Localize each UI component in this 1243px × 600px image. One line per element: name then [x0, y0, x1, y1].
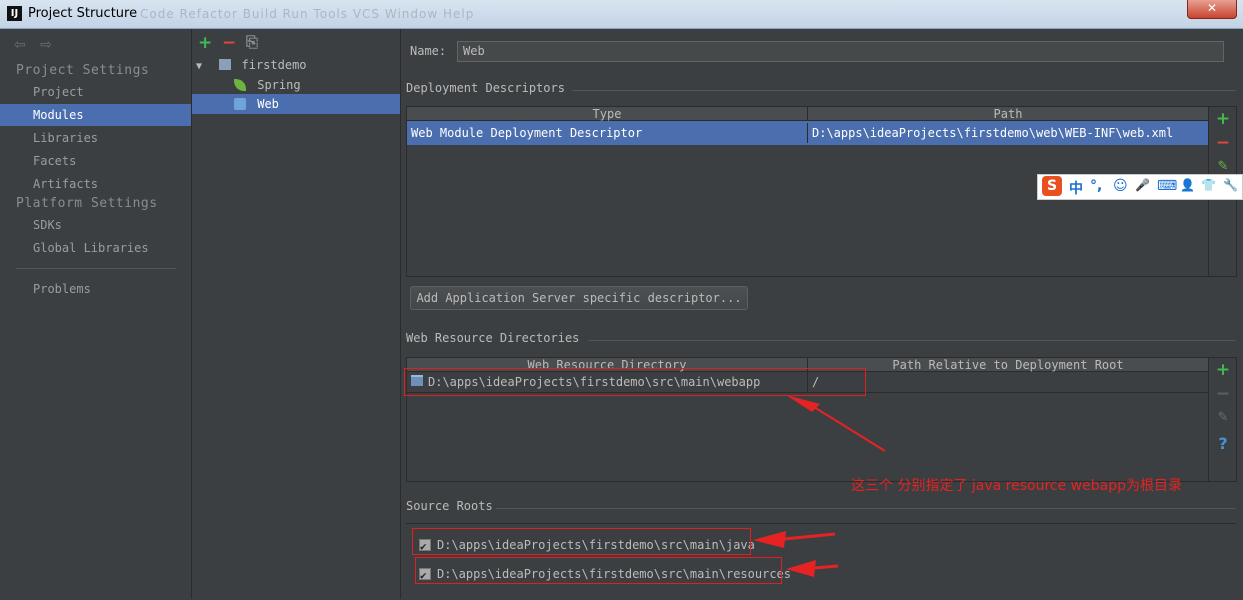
- annotation-arrow: [786, 560, 839, 577]
- skin-icon[interactable]: 👕: [1201, 178, 1216, 192]
- emoji-icon[interactable]: ☺: [1113, 178, 1128, 194]
- punctuation-icon[interactable]: °,: [1090, 178, 1102, 194]
- tools-icon[interactable]: 🔧: [1223, 178, 1238, 192]
- annotation-arrow: [786, 395, 886, 452]
- annotation-text: 这三个 分别指定了 java resource webapp为根目录: [851, 478, 1182, 494]
- chinese-mode-icon[interactable]: 中: [1069, 178, 1083, 198]
- annotation-arrow: [753, 531, 836, 548]
- sogou-logo-icon[interactable]: S: [1042, 176, 1062, 196]
- voice-icon[interactable]: 🎤: [1135, 178, 1150, 192]
- keyboard-icon[interactable]: ⌨: [1157, 178, 1177, 194]
- ime-toolbar: S 中 °, ☺ 🎤 ⌨ 👤 👕 🔧: [1037, 174, 1243, 200]
- annotation-arrows: [753, 395, 886, 577]
- user-icon[interactable]: 👤: [1180, 178, 1195, 192]
